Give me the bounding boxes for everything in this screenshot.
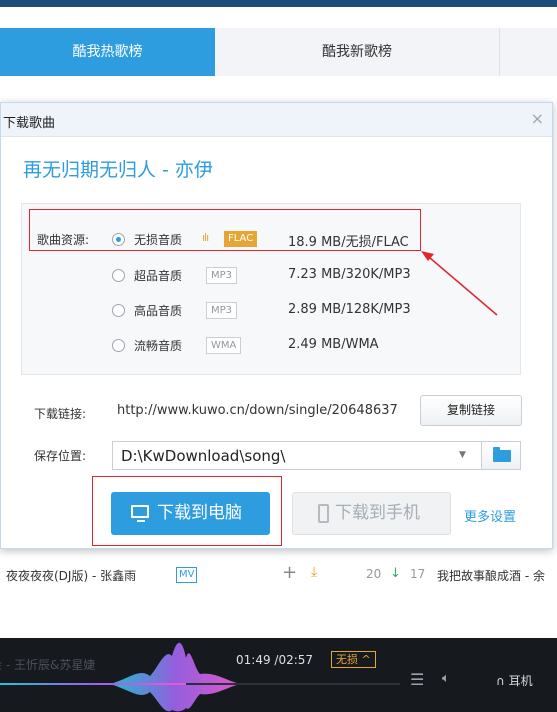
browse-folder-button[interactable] — [481, 441, 521, 470]
folder-icon — [493, 447, 511, 462]
download-link: http://www.kuwo.cn/down/single/20648637 — [117, 403, 398, 418]
dialog-header: 下载歌曲 × — [1, 103, 552, 137]
dialog-title: 下载歌曲 — [3, 116, 56, 131]
phone-icon — [318, 504, 329, 523]
top-bar — [0, 0, 557, 7]
quality-name: 高品音质 — [134, 304, 183, 318]
tab-hot-chart[interactable]: 酷我热歌榜 — [0, 28, 215, 76]
button-label: 下载到手机 — [335, 503, 420, 523]
more-settings-link[interactable]: 更多设置 — [464, 506, 516, 525]
earphone-label: 耳机 — [508, 674, 533, 688]
arrow-down-icon: ↓ — [390, 566, 401, 581]
close-icon[interactable]: × — [531, 109, 544, 128]
volume-icon[interactable]: 🔈︎ — [442, 671, 450, 686]
copy-link-button[interactable]: 复制链接 — [420, 395, 522, 426]
link-label: 下载链接: — [34, 407, 87, 421]
table-row[interactable]: 夜夜夜夜(DJ版) - 张鑫雨 MV + ⤓ 20 ↓ 17 我把故事酿成酒 -… — [0, 562, 557, 587]
format-badge: MP3 — [206, 267, 238, 284]
song-name: 我把故事酿成酒 - 余 — [437, 569, 545, 583]
tab-new-chart[interactable]: 酷我新歌榜 — [215, 28, 500, 76]
download-icon[interactable]: ⤓ — [311, 564, 317, 580]
progress-fill — [0, 683, 186, 685]
playlist-icon[interactable]: ☰ — [410, 670, 424, 689]
annotation-box-download — [92, 476, 282, 546]
quality-option-super[interactable]: 超品音质 MP3 7.23 MB/320K/MP3 — [112, 266, 512, 286]
download-to-phone-button[interactable]: 下载到手机 — [292, 492, 451, 535]
save-label: 保存位置: — [34, 449, 87, 463]
chevron-down-icon[interactable]: ▼ — [459, 450, 466, 460]
quality-size: 2.49 MB/WMA — [288, 337, 379, 352]
quality-size: 7.23 MB/320K/MP3 — [288, 267, 411, 282]
quality-name: 超品音质 — [134, 269, 183, 283]
song-name: 夜夜夜夜(DJ版) - 张鑫雨 — [6, 569, 137, 583]
format-badge: WMA — [206, 337, 242, 354]
save-path-input[interactable] — [112, 441, 482, 470]
chart-tabs: 酷我热歌榜 酷我新歌榜 — [0, 28, 557, 76]
waveform-visual — [110, 642, 240, 712]
quality-toggle[interactable]: 无损 ^ — [331, 651, 376, 668]
earphone-button[interactable]: ∩ 耳机 — [496, 672, 533, 689]
rank-value: 20 — [366, 567, 382, 581]
radio-smooth[interactable] — [112, 339, 125, 352]
format-badge: MP3 — [206, 302, 238, 319]
player-bar: 余 - 王忻辰&苏星婕 01:49 /02:57 无损 ^ ☰ 🔈︎ ∩ 耳机 — [0, 638, 557, 712]
quality-option-high[interactable]: 高品音质 MP3 2.89 MB/128K/MP3 — [112, 301, 512, 321]
add-icon[interactable]: + — [282, 562, 297, 583]
quality-size: 2.89 MB/128K/MP3 — [288, 302, 411, 317]
rank-change: 17 — [410, 567, 426, 581]
radio-super[interactable] — [112, 269, 125, 282]
play-time: 01:49 /02:57 — [236, 653, 314, 667]
quality-option-smooth[interactable]: 流畅音质 WMA 2.49 MB/WMA — [112, 336, 512, 356]
mv-badge[interactable]: MV — [176, 567, 198, 583]
annotation-box-quality — [29, 209, 421, 251]
quality-name: 流畅音质 — [134, 339, 183, 353]
radio-high[interactable] — [112, 304, 125, 317]
song-title: 再无归期无归人 - 亦伊 — [23, 159, 213, 181]
